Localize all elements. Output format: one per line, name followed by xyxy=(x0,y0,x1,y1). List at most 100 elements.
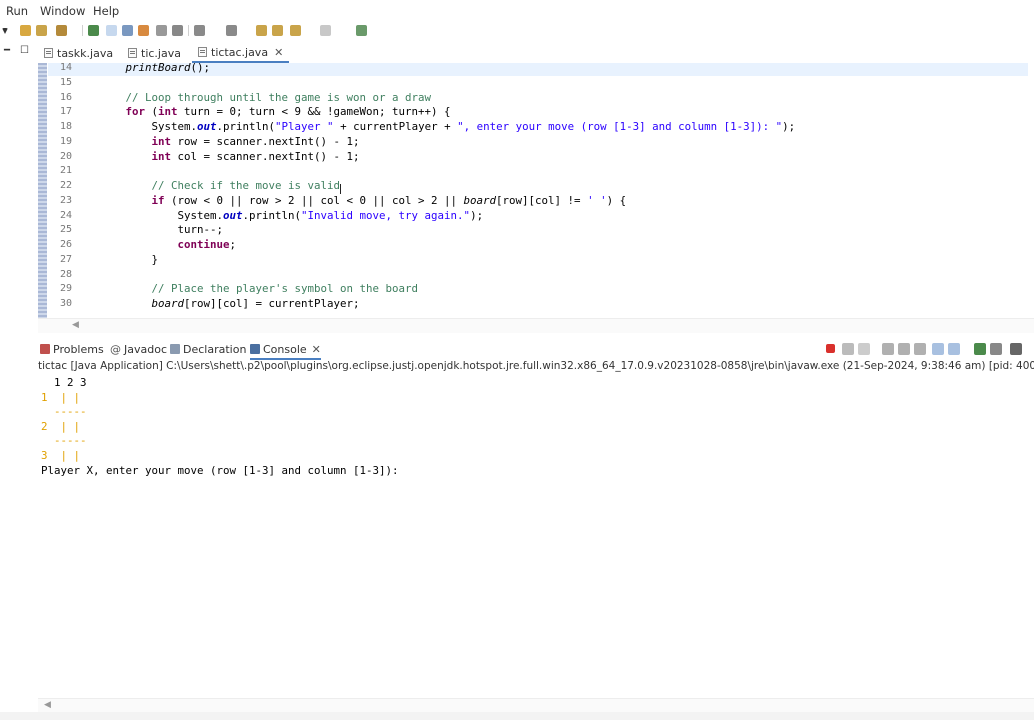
tab-tictac-java[interactable]: tictac.java ✕ xyxy=(192,43,290,63)
line-number: 18 xyxy=(59,121,72,132)
code-line[interactable]: 20 int col = scanner.nextInt() - 1; xyxy=(48,150,1028,165)
main-toolbar xyxy=(0,22,1034,40)
tab-javadoc[interactable]: @ Javadoc xyxy=(110,340,167,358)
build-icon[interactable] xyxy=(56,25,67,36)
editor-tab-bar: ━ ☐ taskk.java tic.java tictac.java ✕ xyxy=(0,43,1034,63)
display-console-icon[interactable] xyxy=(990,343,1002,355)
show-whitespace-icon[interactable] xyxy=(156,25,167,36)
line-number: 21 xyxy=(59,165,72,177)
code-line[interactable]: 29 // Place the player's symbol on the bo… xyxy=(48,282,1028,297)
bottom-panel-tabs: Problems @ Javadoc Declaration Console ✕ xyxy=(38,340,1034,360)
next-annotation-icon[interactable] xyxy=(194,25,205,36)
tab-problems[interactable]: Problems xyxy=(40,340,104,358)
java-file-icon xyxy=(198,47,207,57)
edit-icon[interactable] xyxy=(122,25,133,36)
prev-annotation-icon[interactable] xyxy=(226,25,237,36)
back-icon[interactable] xyxy=(290,25,301,36)
code-line[interactable]: 22 // Check if the move is valid xyxy=(48,179,1028,194)
open-perspective-icon[interactable] xyxy=(356,25,367,36)
show-on-error-icon[interactable] xyxy=(948,343,960,355)
new-icon[interactable] xyxy=(20,25,31,36)
code-text: int row = scanner.nextInt() - 1; xyxy=(151,134,360,148)
show-on-output-icon[interactable] xyxy=(932,343,944,355)
toolbar-separator xyxy=(82,25,83,36)
tab-label: Declaration xyxy=(183,342,247,356)
scroll-left-icon[interactable]: ◀ xyxy=(44,700,51,710)
dropdown-arrow-icon[interactable] xyxy=(2,28,8,34)
line-number: 14 xyxy=(59,63,72,73)
remove-launch-icon[interactable] xyxy=(842,343,854,355)
clear-console-icon[interactable] xyxy=(882,343,894,355)
line-number: 23 xyxy=(59,194,72,206)
line-number: 19 xyxy=(59,135,72,147)
declaration-icon xyxy=(170,344,180,354)
code-line[interactable]: 15 xyxy=(48,76,1028,91)
remove-all-icon[interactable] xyxy=(858,343,870,355)
code-line[interactable]: 21 xyxy=(48,164,1028,179)
close-icon[interactable]: ✕ xyxy=(312,343,321,356)
console-line: 3 | | xyxy=(41,449,81,462)
code-text: // Place the player's symbol on the boar… xyxy=(151,282,419,296)
line-number: 30 xyxy=(59,298,72,309)
scroll-left-icon[interactable]: ◀ xyxy=(72,320,79,330)
console-line: 1 2 3 xyxy=(41,376,87,389)
scroll-lock-icon[interactable] xyxy=(898,343,910,355)
code-line[interactable]: 27} xyxy=(48,253,1028,268)
last-edit-icon[interactable] xyxy=(256,25,267,36)
console-horizontal-scrollbar[interactable]: ◀ xyxy=(38,698,1034,713)
code-line[interactable]: 24 System.out.println("Invalid move, try … xyxy=(48,209,1028,224)
minimize-icon[interactable]: ━ xyxy=(4,45,10,56)
console-output[interactable]: 1 2 31 | | ----- 2 | | ----- 3 | | Player X… xyxy=(38,374,1034,694)
tab-taskk-java[interactable]: taskk.java xyxy=(38,43,119,63)
code-line[interactable]: 30 board[row][col] = currentPlayer; xyxy=(48,297,1028,312)
line-number: 16 xyxy=(59,91,72,103)
code-line[interactable]: 23 if (row < 0 || row > 2 || col < 0 || c… xyxy=(48,194,1028,209)
paragraph-icon[interactable] xyxy=(172,25,183,36)
line-number: 26 xyxy=(59,239,72,250)
line-number: 15 xyxy=(59,76,72,88)
code-line[interactable]: 17 for (int turn = 0; turn < 9 && !gameWo… xyxy=(48,105,1028,120)
tab-label: Console xyxy=(263,342,307,356)
code-text: board[row][col] = currentPlayer; xyxy=(151,297,360,310)
code-line[interactable]: 14 printBoard(); xyxy=(48,63,1028,76)
code-line[interactable]: 26 continue; xyxy=(48,238,1028,253)
maximize-icon[interactable]: ☐ xyxy=(20,45,29,56)
debug-icon[interactable] xyxy=(88,25,99,36)
highlight-icon[interactable] xyxy=(106,25,117,36)
code-line[interactable]: 16 // Loop through until the game is won … xyxy=(48,91,1028,106)
close-icon[interactable]: ✕ xyxy=(274,46,283,59)
word-wrap-icon[interactable] xyxy=(914,343,926,355)
code-text: } xyxy=(151,252,159,266)
terminate-icon[interactable] xyxy=(826,344,835,353)
line-number: 27 xyxy=(59,253,72,265)
console-line: Player X, enter your move (row [1-3] and… xyxy=(41,463,399,477)
forward-icon[interactable] xyxy=(320,25,331,36)
open-icon[interactable] xyxy=(36,25,47,36)
menu-run[interactable]: Run xyxy=(6,4,28,18)
code-line[interactable]: 28 xyxy=(48,268,1028,283)
editor-horizontal-scrollbar[interactable]: ◀ xyxy=(38,318,1034,333)
tab-console[interactable]: Console ✕ xyxy=(250,340,321,360)
refactor-icon[interactable] xyxy=(138,25,149,36)
code-editor[interactable]: 14 printBoard(); 15 16 // Loop through until… xyxy=(38,63,1034,318)
menu-help[interactable]: Help xyxy=(93,4,119,18)
pin-console-icon[interactable] xyxy=(974,343,986,355)
code-line[interactable]: 25 turn--; xyxy=(48,223,1028,238)
line-number: 25 xyxy=(59,224,72,236)
menu-window[interactable]: Window xyxy=(40,4,85,18)
code-text: if (row < 0 || row > 2 || col < 0 || col… xyxy=(151,193,627,207)
console-icon xyxy=(250,344,260,354)
status-bar xyxy=(0,712,1034,720)
tab-label: Javadoc xyxy=(124,342,167,356)
tab-label: Problems xyxy=(53,342,104,356)
tab-declaration[interactable]: Declaration xyxy=(170,340,246,358)
code-text: turn--; xyxy=(177,223,224,237)
tab-tic-java[interactable]: tic.java xyxy=(122,43,187,63)
code-line[interactable]: 18 System.out.println("Player " + current… xyxy=(48,120,1028,135)
code-text: // Loop through until the game is won or… xyxy=(125,90,432,104)
pin-icon[interactable] xyxy=(272,25,283,36)
line-number: 29 xyxy=(59,283,72,295)
open-console-icon[interactable] xyxy=(1010,343,1022,355)
code-text: int col = scanner.nextInt() - 1; xyxy=(151,149,360,163)
code-line[interactable]: 19 int row = scanner.nextInt() - 1; xyxy=(48,135,1028,150)
